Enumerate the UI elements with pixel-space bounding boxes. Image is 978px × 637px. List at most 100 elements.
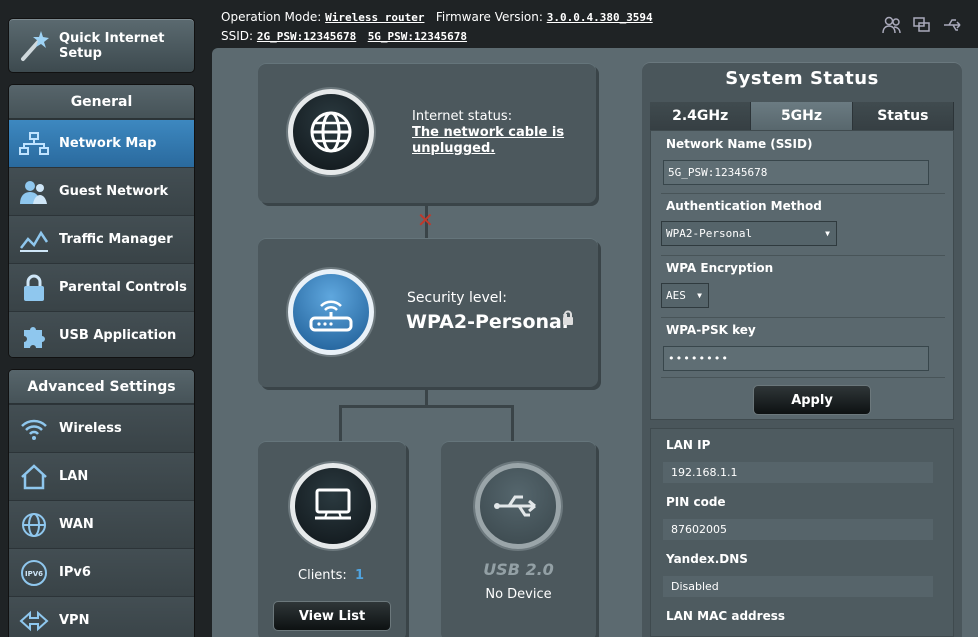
- clients-row: Clients: 1: [298, 568, 364, 583]
- network-map-icon: [9, 131, 59, 156]
- general-menu: General Network Map Guest Network Traffi…: [8, 84, 195, 358]
- internet-status-line1[interactable]: The network cable is: [412, 125, 564, 140]
- security-level-label: Security level:: [407, 290, 507, 306]
- router-card[interactable]: Security level: WPA2-Personal: [258, 238, 598, 387]
- vpn-icon: [9, 609, 59, 633]
- tab-5ghz[interactable]: 5GHz: [751, 102, 853, 130]
- chevron-down-icon: ▼: [825, 229, 830, 238]
- sidebar-item-lan[interactable]: LAN: [9, 452, 194, 500]
- auth-method-select[interactable]: WPA2-Personal ▼: [661, 221, 837, 246]
- wpa-encryption-select[interactable]: AES ▼: [661, 283, 709, 308]
- sidebar-item-label: Traffic Manager: [59, 232, 173, 247]
- users-icon[interactable]: [882, 16, 902, 37]
- magic-wand-icon: [9, 29, 59, 63]
- traffic-manager-icon: [9, 228, 59, 252]
- ipv6-icon: IPV6: [9, 559, 59, 587]
- sidebar-item-wan[interactable]: WAN: [9, 500, 194, 548]
- lan-ip-value: 192.168.1.1: [663, 462, 933, 483]
- sidebar-item-guest-network[interactable]: Guest Network: [9, 167, 194, 215]
- usb-label: USB 2.0: [483, 560, 554, 579]
- router-circle: [288, 269, 374, 355]
- wpa-encryption-label: WPA Encryption: [666, 261, 774, 275]
- branch-connector: [339, 405, 514, 408]
- puzzle-icon: [9, 322, 59, 350]
- tab-status[interactable]: Status: [852, 102, 954, 130]
- usb-icon: [494, 495, 536, 517]
- firmware-link[interactable]: 3.0.0.4.380_3594: [547, 11, 653, 24]
- wpa-psk-label: WPA-PSK key: [666, 323, 756, 337]
- clients-count[interactable]: 1: [355, 568, 364, 583]
- clients-circle: [290, 463, 376, 549]
- guest-network-icon: [9, 179, 59, 205]
- clients-card[interactable]: Clients: 1 View List: [258, 441, 406, 637]
- internet-status-card[interactable]: Internet status: The network cable is un…: [258, 63, 596, 203]
- auth-method-value: WPA2-Personal: [666, 227, 753, 240]
- advanced-settings-menu: Advanced Settings Wireless LAN WAN IPV6 …: [8, 369, 195, 637]
- security-level-value: WPA2-Personal: [406, 311, 569, 333]
- lan-mac-label: LAN MAC address: [666, 609, 785, 623]
- ssid-field-label: Network Name (SSID): [666, 137, 813, 151]
- yandex-dns-label: Yandex.DNS: [666, 552, 748, 566]
- wireless-icon: [9, 417, 59, 441]
- chevron-down-icon: ▼: [697, 291, 702, 300]
- divider: [661, 317, 945, 318]
- sidebar-item-label: WAN: [59, 517, 94, 532]
- view-list-button[interactable]: View List: [273, 601, 391, 631]
- auth-method-label: Authentication Method: [666, 199, 822, 213]
- usb-status: No Device: [485, 587, 552, 602]
- usb-circle: [475, 463, 561, 549]
- monitor-icon: [315, 488, 351, 520]
- ssid-2g-link[interactable]: 2G_PSW:12345678: [257, 30, 356, 43]
- ssid-5g-link[interactable]: 5G_PSW:12345678: [368, 30, 467, 43]
- disconnected-x-icon: ✕: [417, 208, 434, 232]
- usb-connector: [511, 405, 514, 442]
- wireless-settings-form: Network Name (SSID) 5G_PSW:12345678 Auth…: [650, 130, 954, 420]
- apply-button[interactable]: Apply: [753, 385, 871, 415]
- ssid-input[interactable]: 5G_PSW:12345678: [663, 160, 929, 185]
- top-info-bar: Operation Mode: Wireless router Firmware…: [212, 0, 978, 48]
- lan-info-section: LAN IP 192.168.1.1 PIN code 87602005 Yan…: [650, 428, 954, 637]
- clients-connector: [339, 405, 342, 442]
- divider: [661, 193, 945, 194]
- top-icons: [882, 16, 964, 37]
- lock-icon: [562, 310, 574, 331]
- sidebar-item-vpn[interactable]: VPN: [9, 596, 194, 637]
- sidebar-item-traffic-manager[interactable]: Traffic Manager: [9, 215, 194, 263]
- globe-circle: [288, 89, 374, 175]
- divider: [661, 255, 945, 256]
- usb-icon[interactable]: [942, 16, 964, 37]
- firmware-label: Firmware Version:: [435, 10, 543, 24]
- internet-status-label: Internet status:: [412, 109, 513, 124]
- advanced-settings-title: Advanced Settings: [9, 370, 194, 404]
- sidebar-item-usb-application[interactable]: USB Application: [9, 311, 194, 357]
- divider: [661, 377, 945, 378]
- sidebar-item-label: IPv6: [59, 565, 91, 580]
- lock-icon: [9, 274, 59, 302]
- quick-setup-label-line1: Quick Internet: [59, 30, 165, 46]
- tab-2-4ghz[interactable]: 2.4GHz: [650, 102, 752, 130]
- sidebar-item-label: Wireless: [59, 421, 122, 436]
- internet-status-line2[interactable]: unplugged.: [412, 141, 495, 156]
- ssid-label: SSID:: [221, 29, 254, 43]
- sidebar-item-wireless[interactable]: Wireless: [9, 404, 194, 452]
- wpa-encryption-value: AES: [666, 289, 686, 302]
- system-status-title: System Status: [725, 68, 879, 89]
- yandex-dns-value: Disabled: [663, 576, 933, 597]
- system-status-panel: System Status 2.4GHz 5GHz Status Network…: [642, 62, 962, 637]
- sidebar-item-label: Parental Controls: [59, 280, 187, 295]
- operation-mode-link[interactable]: Wireless router: [325, 11, 424, 24]
- copy-icon[interactable]: [912, 16, 932, 37]
- sidebar-item-ipv6[interactable]: IPV6 IPv6: [9, 548, 194, 596]
- quick-setup-label-line2: Setup: [59, 45, 102, 61]
- wpa-psk-input[interactable]: ••••••••: [663, 346, 929, 371]
- sidebar-item-network-map[interactable]: Network Map: [9, 119, 194, 167]
- sidebar-item-label: VPN: [59, 613, 90, 628]
- sidebar-item-label: LAN: [59, 469, 89, 484]
- sidebar-item-parental-controls[interactable]: Parental Controls: [9, 263, 194, 311]
- general-menu-title: General: [9, 85, 194, 119]
- globe-icon: [310, 111, 352, 153]
- operation-mode-row: Operation Mode: Wireless router Firmware…: [221, 10, 653, 24]
- usb-card[interactable]: USB 2.0 No Device: [441, 441, 596, 637]
- quick-internet-setup-button[interactable]: Quick Internet Setup: [8, 18, 195, 73]
- sidebar: Quick Internet Setup General Network Map…: [0, 0, 204, 637]
